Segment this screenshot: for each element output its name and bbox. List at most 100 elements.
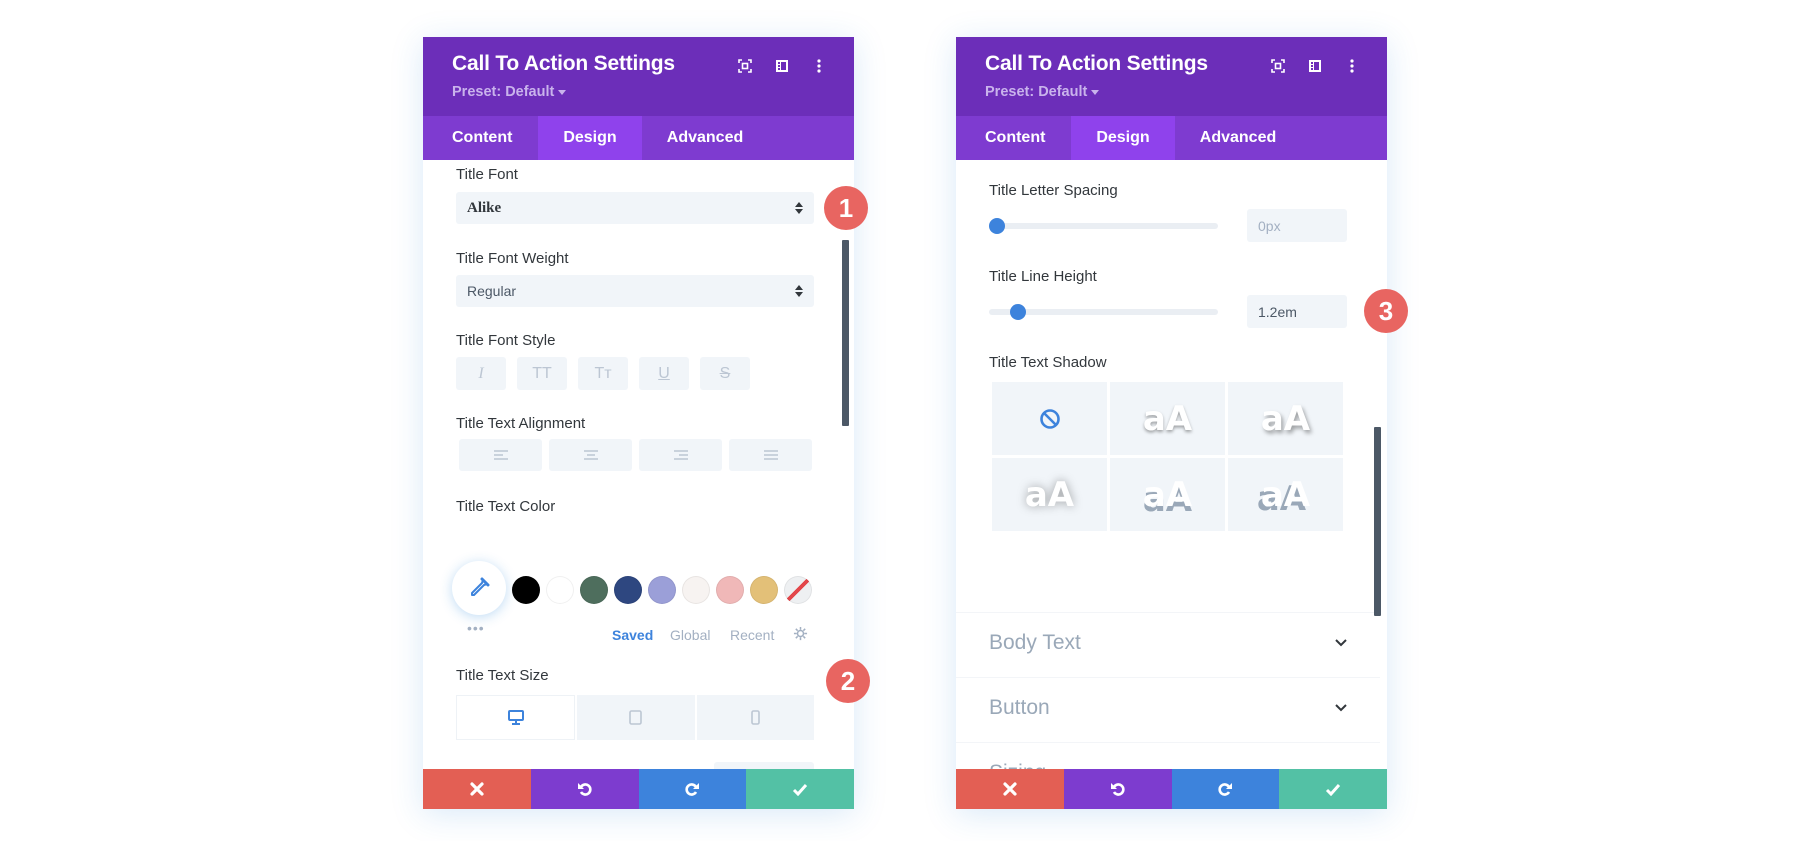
color-swatch[interactable] (750, 576, 778, 604)
capitalize-button[interactable]: Tт (578, 357, 628, 390)
checkmark-icon (1326, 783, 1341, 796)
phone-icon (751, 710, 760, 725)
redo-button[interactable] (1171, 769, 1280, 809)
title-line-height-label: Title Line Height (989, 268, 1097, 285)
title-letter-spacing-input[interactable]: 0px (1247, 209, 1347, 242)
tab-content[interactable]: Content (956, 116, 1071, 160)
italic-button[interactable]: I (456, 357, 506, 390)
device-tab-tablet[interactable] (577, 695, 695, 740)
slider-handle[interactable] (1010, 304, 1027, 320)
shadow-option-1[interactable]: aA (1110, 382, 1225, 455)
shadow-option-5[interactable]: aA (1228, 458, 1343, 531)
color-swatches (512, 576, 812, 604)
undo-button[interactable] (1063, 769, 1172, 809)
strikethrough-button[interactable]: S (700, 357, 750, 390)
cancel-button[interactable] (423, 769, 531, 809)
toggle-button[interactable]: Button (956, 677, 1380, 742)
redo-icon (685, 783, 700, 796)
text-shadow-options: aA aA aA aA aA (992, 382, 1343, 531)
color-swatch[interactable] (512, 576, 540, 604)
save-button[interactable] (1279, 769, 1387, 809)
italic-icon: I (478, 364, 484, 382)
title-font-weight-value: Regular (467, 283, 517, 299)
color-swatch[interactable] (716, 576, 744, 604)
tab-advanced[interactable]: Advanced (1175, 116, 1301, 160)
device-tab-desktop[interactable] (456, 695, 576, 740)
more-colors-icon[interactable]: ••• (467, 620, 485, 636)
redo-button[interactable] (638, 769, 747, 809)
toggle-label: Body Text (989, 631, 1081, 654)
cancel-button[interactable] (956, 769, 1064, 809)
toggle-body-text[interactable]: Body Text (956, 612, 1380, 677)
step-badge-1: 1 (824, 186, 868, 230)
panel-title: Call To Action Settings (452, 52, 675, 75)
shadow-option-2[interactable]: aA (1228, 382, 1343, 455)
split-view-icon[interactable] (771, 55, 793, 77)
preset-label: Preset: Default (985, 84, 1088, 100)
shadow-option-4[interactable]: aA (1110, 458, 1225, 531)
swatch-transparent[interactable] (784, 576, 812, 604)
color-settings-icon[interactable] (793, 626, 808, 644)
shadow-option-3[interactable]: aA (992, 458, 1107, 531)
expand-icon[interactable] (1267, 55, 1289, 77)
split-view-icon[interactable] (1304, 55, 1326, 77)
checkmark-icon (793, 783, 808, 796)
tab-advanced[interactable]: Advanced (642, 116, 768, 160)
title-text-size-input[interactable]: 72px (714, 762, 814, 769)
title-text-size-label: Title Text Size (456, 667, 549, 684)
title-font-label: Title Font (456, 166, 518, 183)
title-font-weight-label: Title Font Weight (456, 250, 569, 267)
tablet-icon (629, 710, 643, 725)
align-right-button[interactable] (639, 439, 722, 471)
toggle-sizing[interactable]: Sizing (956, 742, 1380, 769)
preset-label: Preset: Default (452, 84, 555, 100)
tab-design[interactable]: Design (538, 116, 642, 160)
title-font-value: Alike (467, 199, 502, 216)
scrollbar[interactable] (842, 240, 849, 426)
shadow-option-none[interactable] (992, 382, 1107, 455)
color-tab-recent[interactable]: Recent (730, 627, 774, 643)
align-center-button[interactable] (549, 439, 632, 471)
more-options-icon[interactable] (1341, 55, 1363, 77)
save-button[interactable] (746, 769, 854, 809)
uppercase-button[interactable]: TT (517, 357, 567, 390)
title-line-height-input[interactable]: 1.2em (1247, 295, 1347, 328)
color-swatch[interactable] (682, 576, 710, 604)
color-swatch[interactable] (580, 576, 608, 604)
device-tab-phone[interactable] (696, 695, 814, 740)
none-icon (1039, 408, 1060, 429)
chevron-down-icon (1335, 704, 1347, 712)
undo-button[interactable] (530, 769, 639, 809)
select-arrows-icon (795, 202, 803, 214)
underline-button[interactable]: U (639, 357, 689, 390)
tab-design[interactable]: Design (1071, 116, 1175, 160)
scrollbar[interactable] (1374, 427, 1381, 616)
tab-content[interactable]: Content (423, 116, 538, 160)
color-tab-global[interactable]: Global (670, 627, 710, 643)
slider-handle[interactable] (989, 218, 1005, 234)
underline-icon: U (658, 364, 670, 382)
toggle-label: Button (989, 696, 1050, 719)
title-line-height-slider[interactable] (989, 304, 1218, 320)
alignment-buttons (459, 439, 812, 471)
preset-dropdown[interactable]: Preset: Default (985, 84, 1100, 100)
color-swatch[interactable] (546, 576, 574, 604)
eyedropper-icon (471, 577, 490, 596)
panel-header: Call To Action Settings Preset: Default (423, 37, 854, 116)
title-letter-spacing-slider[interactable] (989, 218, 1218, 234)
color-picker-button[interactable] (452, 561, 506, 615)
align-left-button[interactable] (459, 439, 542, 471)
tab-bar: Content Design Advanced (423, 116, 854, 160)
preset-dropdown[interactable]: Preset: Default (452, 84, 567, 100)
step-badge-2: 2 (826, 659, 870, 703)
title-font-select[interactable]: Alike (456, 192, 814, 224)
align-left-icon (493, 450, 508, 460)
align-justify-button[interactable] (729, 439, 812, 471)
color-swatch[interactable] (614, 576, 642, 604)
title-font-weight-select[interactable]: Regular (456, 275, 814, 307)
color-tab-saved[interactable]: Saved (612, 627, 653, 643)
cta-settings-panel-1: Call To Action Settings Preset: Default … (423, 37, 854, 809)
more-options-icon[interactable] (808, 55, 830, 77)
color-swatch[interactable] (648, 576, 676, 604)
expand-icon[interactable] (734, 55, 756, 77)
